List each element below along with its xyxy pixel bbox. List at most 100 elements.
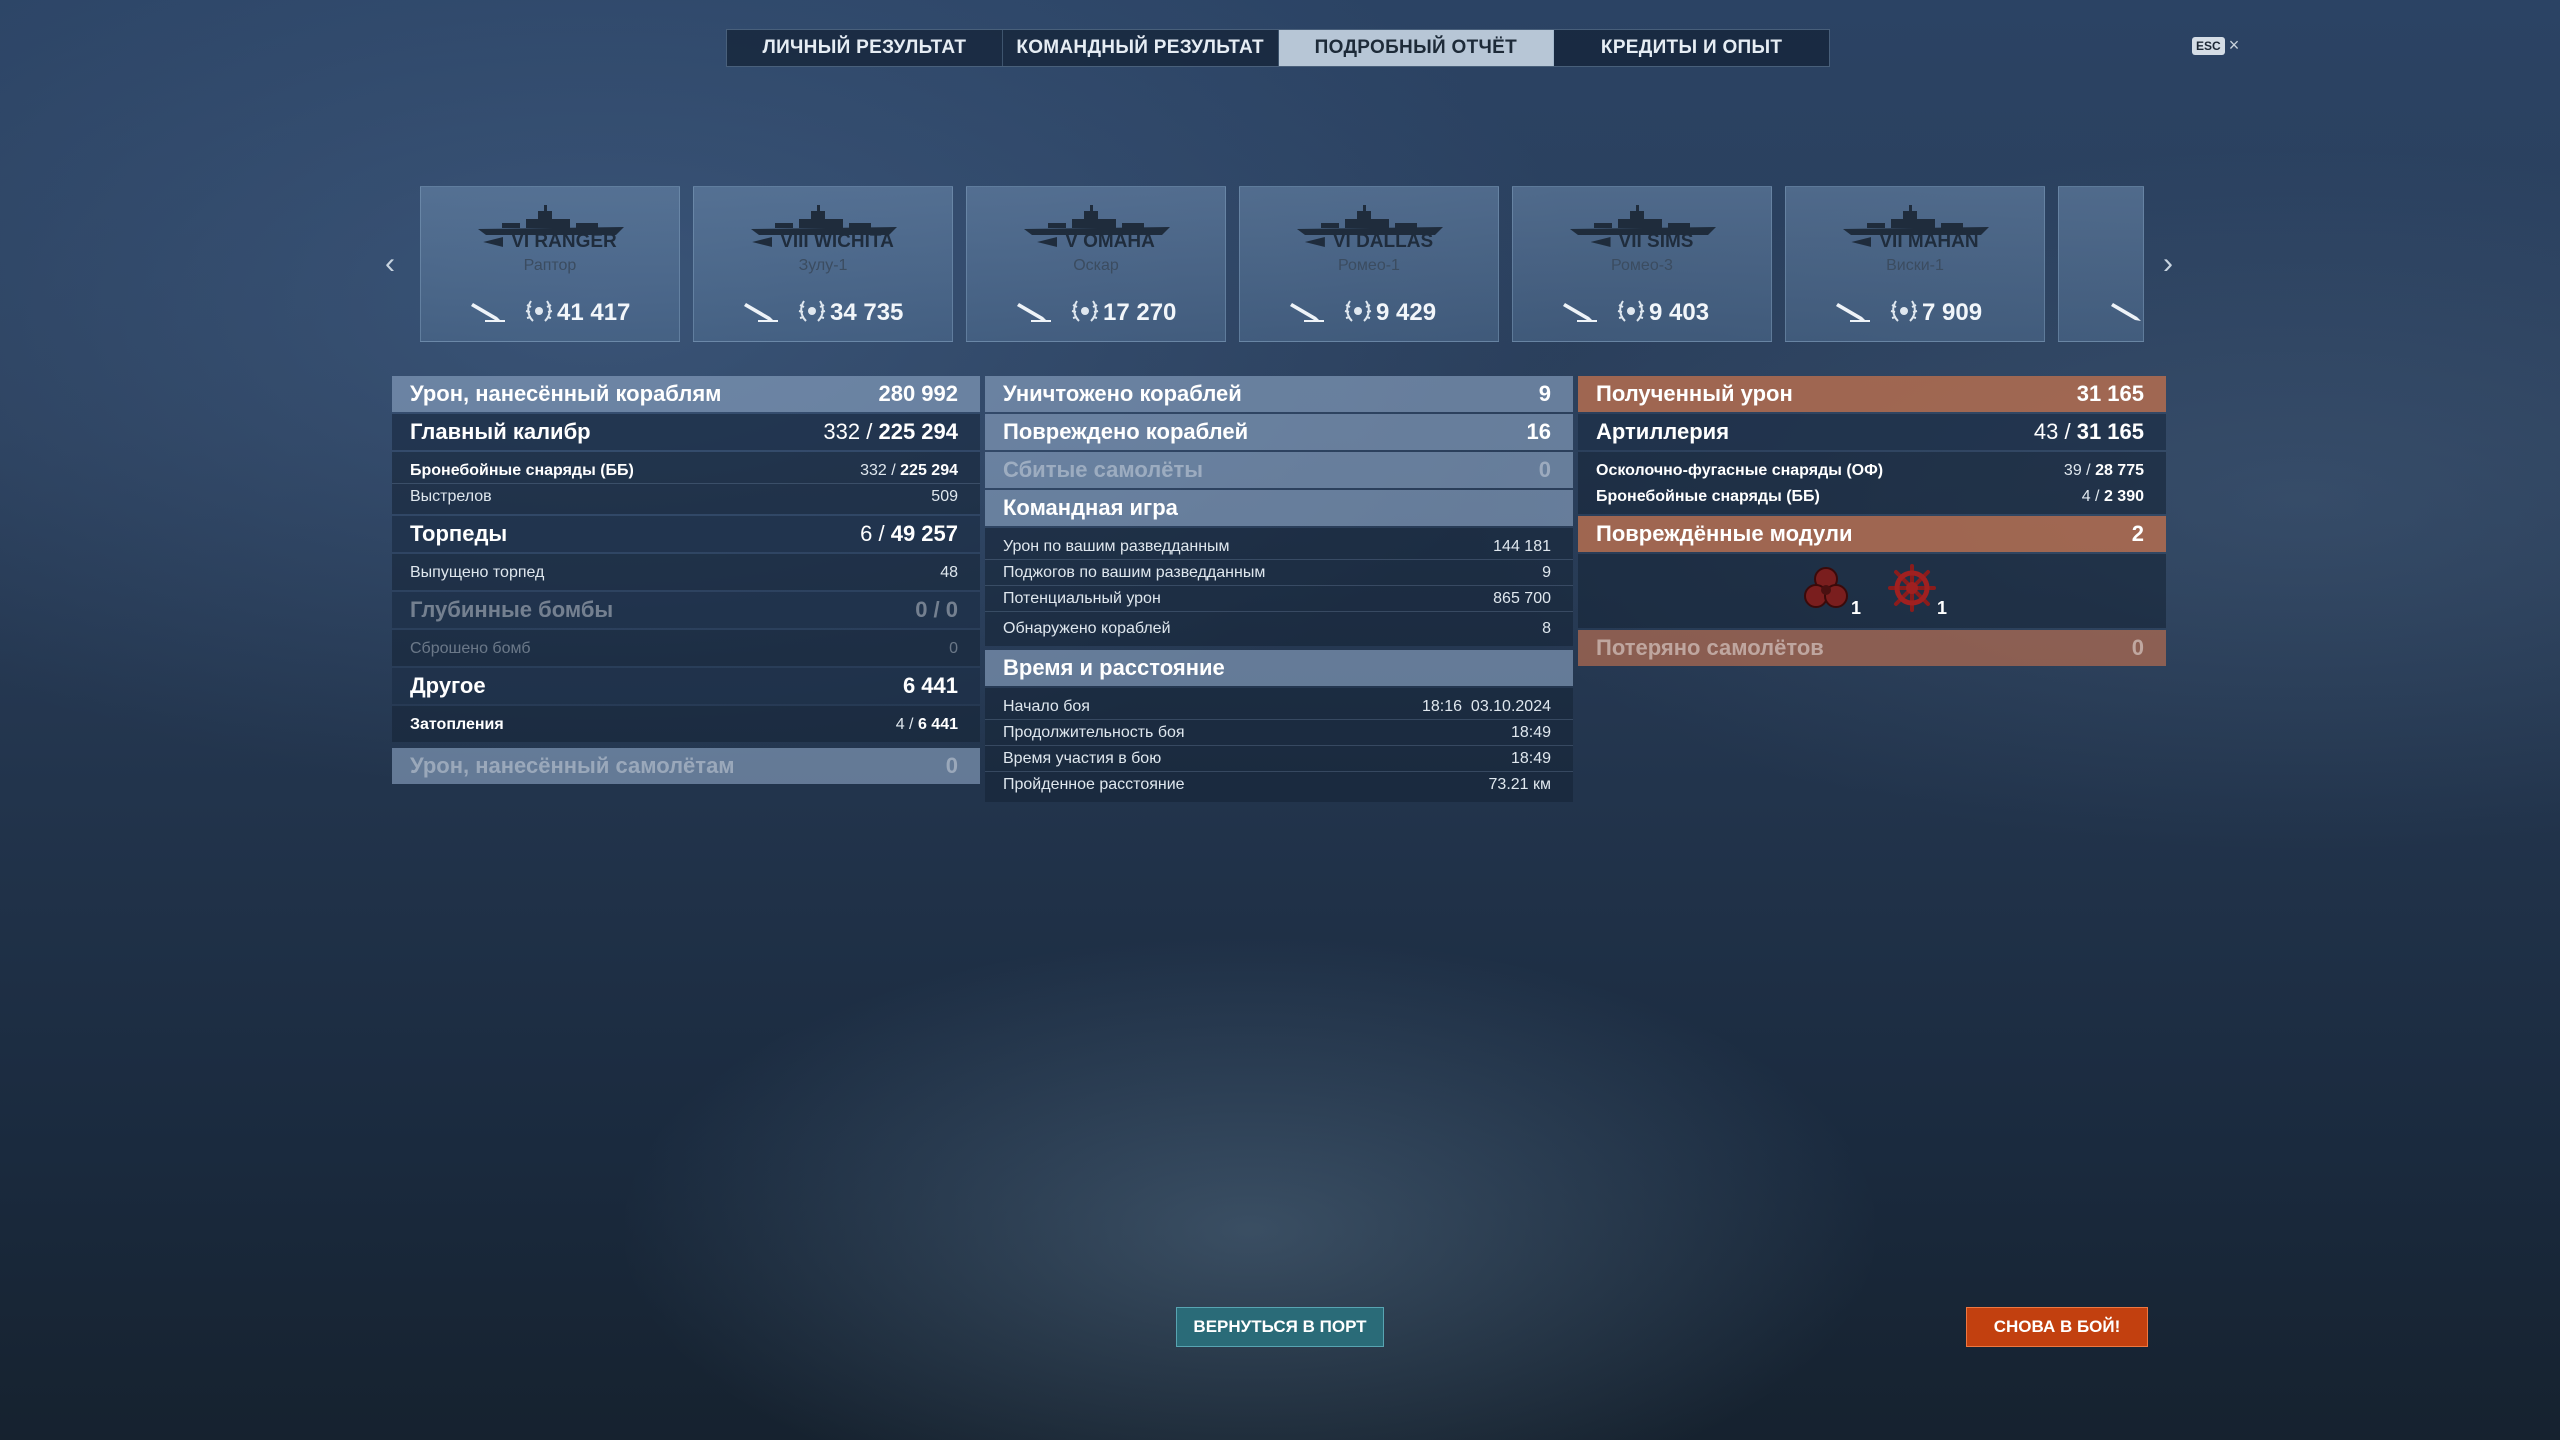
ships-spotted-row: Обнаружено кораблей 8 <box>985 616 1573 642</box>
flooding-hits: 4 <box>895 716 905 733</box>
aircraft-damage-label: Урон, нанесённый самолётам <box>410 753 735 778</box>
laurel-icon <box>1344 300 1372 322</box>
ship-name-text: VII SIMS <box>1618 231 1694 252</box>
carousel-prev-icon[interactable]: ‹ <box>378 249 402 279</box>
time-distance-header: Время и расстояние <box>985 650 1573 686</box>
ship-card[interactable]: VI RANGER Раптор 41 417 <box>420 186 680 342</box>
received-damage-header: Полученный урон 31 165 <box>1578 376 2166 412</box>
close-icon: × <box>2228 35 2240 55</box>
damage-shell-icon <box>1563 303 1597 322</box>
damaged-label: Повреждено кораблей <box>1003 419 1249 444</box>
bombs-dropped-value: 0 <box>949 640 958 657</box>
ship-damage-value: 34 735 <box>830 299 904 326</box>
artillery-details: Осколочно-фугасные снаряды (ОФ) 39 / 28 … <box>1578 452 2166 514</box>
damaged-modules-value: 2 <box>2131 521 2144 546</box>
flooding-value: 6 441 <box>917 716 958 733</box>
nation-flag-icon <box>1037 236 1058 247</box>
ship-card[interactable]: VIII WICHITA Зулу-1 34 735 <box>693 186 953 342</box>
damaged-modules-list: 1 1 <box>1578 554 2166 628</box>
spotting-fires-row: Поджогов по вашим разведданным 9 <box>985 560 1573 586</box>
torpedoes-value: 49 257 <box>890 521 958 546</box>
ap-shells-label: Бронебойные снаряды (ББ) <box>410 461 634 479</box>
ship-callsign: Ромео-1 <box>1338 257 1400 274</box>
damage-shell-icon <box>471 303 505 322</box>
he-shells-row: Осколочно-фугасные снаряды (ОФ) 39 / 28 … <box>1596 462 2144 479</box>
tab-credits-xp[interactable]: КРЕДИТЫ И ОПЫТ <box>1554 30 1829 66</box>
torpedoes-fired-value: 48 <box>940 564 958 581</box>
damaged-modules-label: Повреждённые модули <box>1596 521 1853 546</box>
ship-damage-value: 41 417 <box>557 299 631 326</box>
tab-personal-result[interactable]: ЛИЧНЫЙ РЕЗУЛЬТАТ <box>727 30 1003 66</box>
ship-name-text: VI RANGER <box>511 231 617 252</box>
participation-time-row: Время участия в бою 18:49 <box>985 746 1573 772</box>
ship-card[interactable]: VII MAHAN Виски-1 7 909 <box>1785 186 2045 342</box>
ship-name-text: VII MAHAN <box>1879 231 1979 252</box>
distance-value: 73.21 км <box>1488 776 1551 793</box>
artillery-hits: 43 <box>2033 419 2059 444</box>
team-play-details: Урон по вашим разведданным 144 181 Поджо… <box>985 528 1573 646</box>
ap-shells-hits: 332 <box>860 461 887 479</box>
ship-card[interactable]: VII SIMS Ромео-3 9 403 <box>1512 186 1772 342</box>
return-to-port-button[interactable]: ВЕРНУТЬСЯ В ПОРТ <box>1176 1307 1384 1347</box>
torpedoes-hits: 6 <box>860 521 873 546</box>
ship-name-text: VI DALLAS <box>1332 231 1434 252</box>
other-value: 6 441 <box>902 673 958 698</box>
torpedoes-label: Торпеды <box>410 521 508 546</box>
tab-detailed-report[interactable]: ПОДРОБНЫЙ ОТЧЁТ <box>1278 30 1555 66</box>
planes-lost-value: 0 <box>2131 635 2144 660</box>
ship-card[interactable]: VI DALLAS Ромео-1 9 429 <box>1239 186 1499 342</box>
depth-charges-row: Глубинные бомбы 0 / 0 <box>392 592 980 628</box>
ship-name: VI RANGER <box>421 231 679 253</box>
destroyed-row: Уничтожено кораблей 9 <box>985 376 1573 412</box>
damage-dealt-value: 280 992 <box>878 381 958 406</box>
destroyed-label: Уничтожено кораблей <box>1003 381 1242 406</box>
received-ap-label: Бронебойные снаряды (ББ) <box>1596 488 1820 505</box>
ap-shells-value: 225 294 <box>900 461 958 479</box>
damaged-modules-header: Повреждённые модули 2 <box>1578 516 2166 552</box>
ship-damage-value: 17 270 <box>1103 299 1177 326</box>
torpedoes-row: Торпеды 6 / 49 257 <box>392 516 980 552</box>
ship-callsign: Оскар <box>1073 257 1119 274</box>
spotting-damage-label: Урон по вашим разведданным <box>1003 537 1230 555</box>
ship-callsign: Ромео-3 <box>1611 257 1673 274</box>
carousel-next-icon[interactable]: › <box>2156 249 2180 279</box>
battle-start-label: Начало боя <box>1003 697 1090 715</box>
destroyed-value: 9 <box>1538 381 1551 406</box>
depth-charges-value: 0 / 0 <box>915 597 958 622</box>
nation-flag-icon <box>1590 236 1611 247</box>
main-caliber-hits: 332 <box>823 419 861 444</box>
ship-name: VI DALLAS <box>1240 231 1498 253</box>
spotting-damage-row: Урон по вашим разведданным 144 181 <box>985 534 1573 560</box>
ship-damage-value: 9 429 <box>1376 299 1437 326</box>
engine-module-count: 1 <box>1850 598 1861 618</box>
other-label: Другое <box>410 673 486 698</box>
engine-module-icon: 1 <box>1801 563 1861 619</box>
damage-dealt-panel: Урон, нанесённый кораблям 280 992 Главны… <box>392 376 980 786</box>
damage-shell-icon <box>744 303 778 322</box>
depth-charges-label: Глубинные бомбы <box>410 597 614 622</box>
main-caliber-label: Главный калибр <box>410 419 591 444</box>
spotting-fires-value: 9 <box>1542 563 1551 581</box>
torpedoes-fired-row: Выпущено торпед 48 <box>392 560 980 586</box>
ship-name: VII SIMS <box>1513 231 1771 253</box>
ship-damage-value: 7 909 <box>1922 299 1983 326</box>
tab-team-result[interactable]: КОМАНДНЫЙ РЕЗУЛЬТАТ <box>1003 30 1279 66</box>
torpedoes-fired-label: Выпущено торпед <box>410 564 545 581</box>
tab-bar: ЛИЧНЫЙ РЕЗУЛЬТАТ КОМАНДНЫЙ РЕЗУЛЬТАТ ПОД… <box>726 29 1830 67</box>
aircraft-damage-value: 0 <box>945 753 958 778</box>
battle-again-button[interactable]: СНОВА В БОЙ! <box>1966 1307 2148 1347</box>
close-button[interactable]: ESC × <box>2192 35 2239 56</box>
main-caliber-value: 225 294 <box>878 419 958 444</box>
ship-card[interactable]: V OMAHA Оскар 17 270 <box>966 186 1226 342</box>
he-shells-hits: 39 <box>2063 462 2082 479</box>
planes-lost-row: Потеряно самолётов 0 <box>1578 630 2166 666</box>
time-distance-details: Начало боя 18:16 03.10.2024 Продолжитель… <box>985 688 1573 802</box>
shots-label: Выстрелов <box>410 488 492 505</box>
nation-flag-icon <box>752 236 773 247</box>
spotting-damage-value: 144 181 <box>1493 537 1551 555</box>
ship-card-partial[interactable] <box>2058 186 2144 342</box>
participation-time-value: 18:49 <box>1510 749 1551 767</box>
battle-start-value: 18:16 03.10.2024 <box>1421 697 1551 715</box>
damage-shell-icon <box>1290 303 1324 322</box>
flooding-row: Затопления 4 / 6 441 <box>410 716 958 733</box>
